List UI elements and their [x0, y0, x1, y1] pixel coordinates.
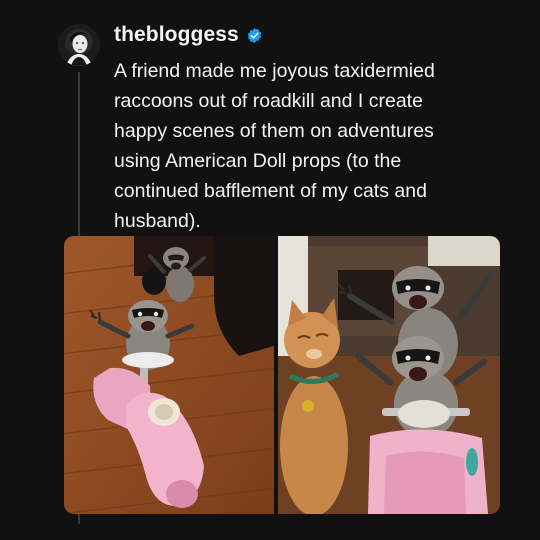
- username-link[interactable]: thebloggess: [114, 23, 239, 47]
- avatar[interactable]: [58, 24, 100, 66]
- post-text: A friend made me joyous taxidermied racc…: [114, 60, 435, 232]
- profile-photo-avatar-icon: [58, 24, 100, 66]
- raccoons-on-pink-scooter-photo-icon: [64, 236, 274, 514]
- media-gallery: [64, 236, 500, 514]
- cat-watching-raccoons-on-scooter-photo-icon: [278, 236, 500, 514]
- author-row: thebloggess: [114, 22, 263, 48]
- verified-check-icon: [247, 27, 261, 43]
- media-image-2[interactable]: [278, 236, 500, 514]
- media-image-1[interactable]: [64, 236, 274, 514]
- post-card: thebloggess A friend made me joyous taxi…: [0, 0, 540, 540]
